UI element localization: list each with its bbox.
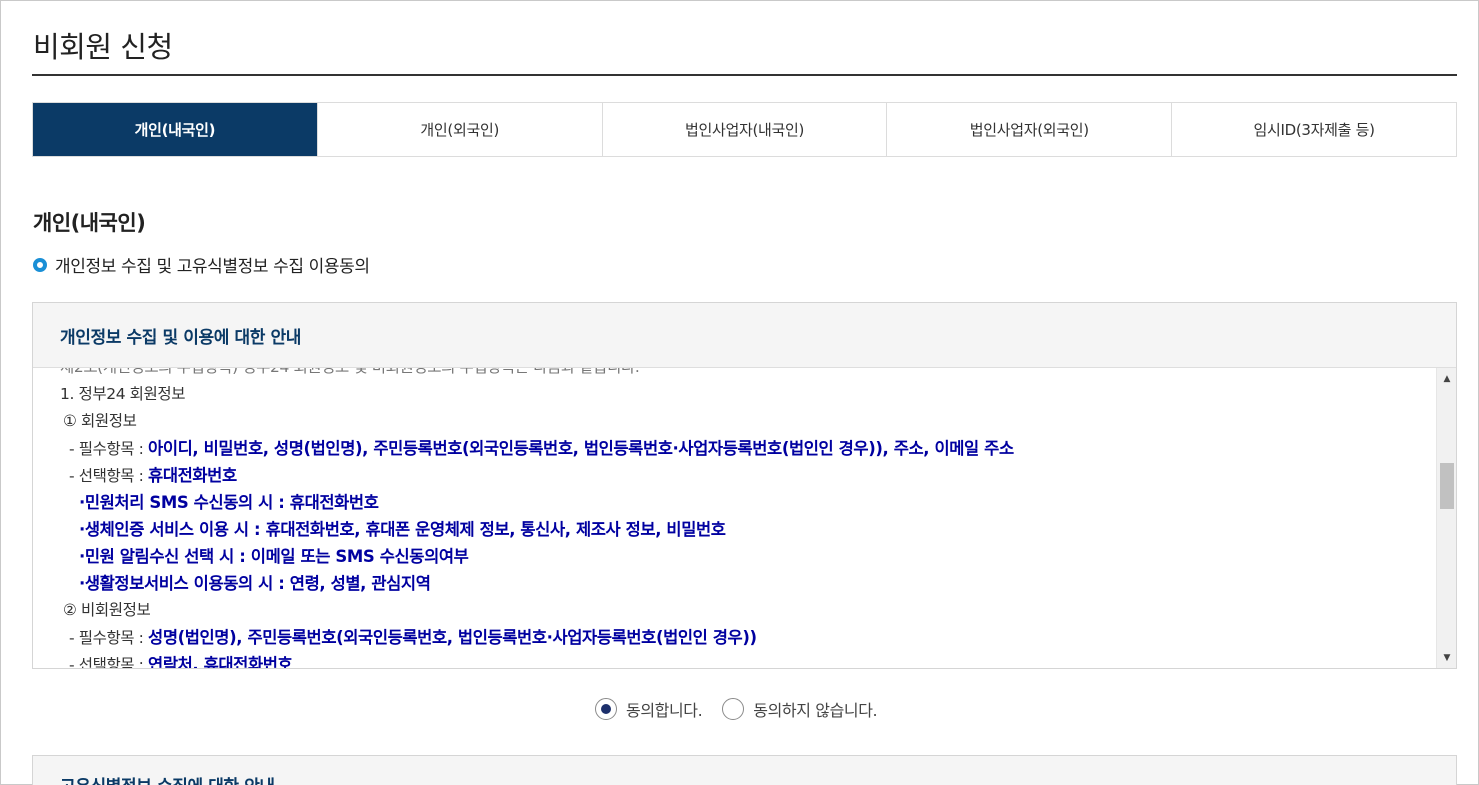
unique-id-notice-box: 고유식별정보 수집에 대한 안내 — [32, 755, 1457, 785]
agree-radio[interactable] — [595, 698, 617, 720]
scroll-up-arrow-icon[interactable]: ▲ — [1437, 370, 1456, 387]
notice-line: ·민원 알림수신 선택 시 : 이메일 또는 SMS 수신동의여부 — [79, 547, 469, 566]
tab-foreign-individual[interactable]: 개인(외국인) — [316, 103, 602, 156]
privacy-notice-title: 개인정보 수집 및 이용에 대한 안내 — [33, 303, 1456, 368]
notice-line-value: 아이디, 비밀번호, 성명(법인명), 주민등록번호(외국인등록번호, 법인등록… — [148, 439, 1014, 458]
notice-line: - 필수항목 : 성명(법인명), 주민등록번호(외국인등록번호, 법인등록번호… — [60, 624, 1426, 651]
disagree-option[interactable]: 동의하지 않습니다. — [722, 697, 878, 721]
agree-label: 동의합니다. — [626, 701, 703, 720]
tab-temporary-id[interactable]: 임시ID(3자제출 등) — [1171, 103, 1456, 156]
tab-domestic-individual[interactable]: 개인(내국인) — [33, 103, 317, 156]
notice-line: 제2조(개인정보의 수집항목) 정부24 회원정보 및 비회원정보의 수집항목은… — [60, 368, 1426, 381]
privacy-notice-box: 개인정보 수집 및 이용에 대한 안내 제2조(개인정보의 수집항목) 정부24… — [32, 302, 1457, 669]
notice-line-label: - 선택항목 : — [69, 656, 149, 668]
notice-line: 1. 정부24 회원정보 — [60, 385, 186, 403]
bullet-ring-icon — [33, 257, 47, 272]
disagree-label: 동의하지 않습니다. — [753, 701, 878, 720]
consent-subheading-text: 개인정보 수집 및 고유식별정보 수집 이용동의 — [55, 257, 370, 277]
consent-radio-group: 동의합니다. 동의하지 않습니다. — [595, 697, 897, 721]
disagree-radio[interactable] — [722, 698, 745, 720]
notice-line-value: 휴대전화번호 — [148, 466, 237, 485]
tab-foreign-corporation[interactable]: 법인사업자(외국인) — [886, 103, 1172, 156]
scroll-down-arrow-icon[interactable]: ▼ — [1437, 649, 1456, 666]
unique-id-notice-title: 고유식별정보 수집에 대한 안내 — [60, 772, 275, 785]
privacy-notice-scroll-area[interactable]: 제2조(개인정보의 수집항목) 정부24 회원정보 및 비회원정보의 수집항목은… — [33, 368, 1456, 668]
notice-line: ① 회원정보 — [63, 412, 137, 430]
notice-scrollbar[interactable]: ▲ ▼ — [1436, 368, 1456, 668]
notice-line-value: 성명(법인명), 주민등록번호(외국인등록번호, 법인등록번호·사업자등록번호(… — [148, 628, 757, 647]
section-heading: 개인(내국인) — [33, 211, 146, 235]
tab-domestic-corporation[interactable]: 법인사업자(내국인) — [601, 103, 887, 156]
notice-line-label: - 필수항목 : — [69, 440, 149, 458]
notice-line-label: - 필수항목 : — [69, 629, 149, 647]
scroll-thumb[interactable] — [1440, 463, 1454, 509]
member-type-tabs: 개인(내국인) 개인(외국인) 법인사업자(내국인) 법인사업자(외국인) 임시… — [32, 102, 1457, 157]
notice-line: ·생활정보서비스 이용동의 시 : 연령, 성별, 관심지역 — [79, 574, 431, 593]
notice-line: ·민원처리 SMS 수신동의 시 : 휴대전화번호 — [79, 493, 379, 512]
notice-line: - 필수항목 : 아이디, 비밀번호, 성명(법인명), 주민등록번호(외국인등… — [60, 435, 1426, 462]
agree-option[interactable]: 동의합니다. — [595, 697, 703, 721]
notice-line: ·생체인증 서비스 이용 시 : 휴대전화번호, 휴대폰 운영체제 정보, 통신… — [79, 520, 726, 539]
notice-line: - 선택항목 : 연락처, 휴대전화번호 — [60, 651, 1426, 668]
page-title: 비회원 신청 — [33, 30, 173, 64]
title-divider — [32, 74, 1457, 76]
consent-subheading: 개인정보 수집 및 고유식별정보 수집 이용동의 — [33, 252, 370, 277]
notice-line: - 선택항목 : 휴대전화번호 — [60, 462, 1426, 489]
radio-selected-dot-icon — [601, 704, 611, 714]
notice-line-value: 연락처, 휴대전화번호 — [148, 655, 293, 668]
notice-line: ② 비회원정보 — [63, 601, 151, 619]
privacy-notice-content: 제2조(개인정보의 수집항목) 정부24 회원정보 및 비회원정보의 수집항목은… — [60, 368, 1426, 668]
notice-line-label: - 선택항목 : — [69, 467, 149, 485]
